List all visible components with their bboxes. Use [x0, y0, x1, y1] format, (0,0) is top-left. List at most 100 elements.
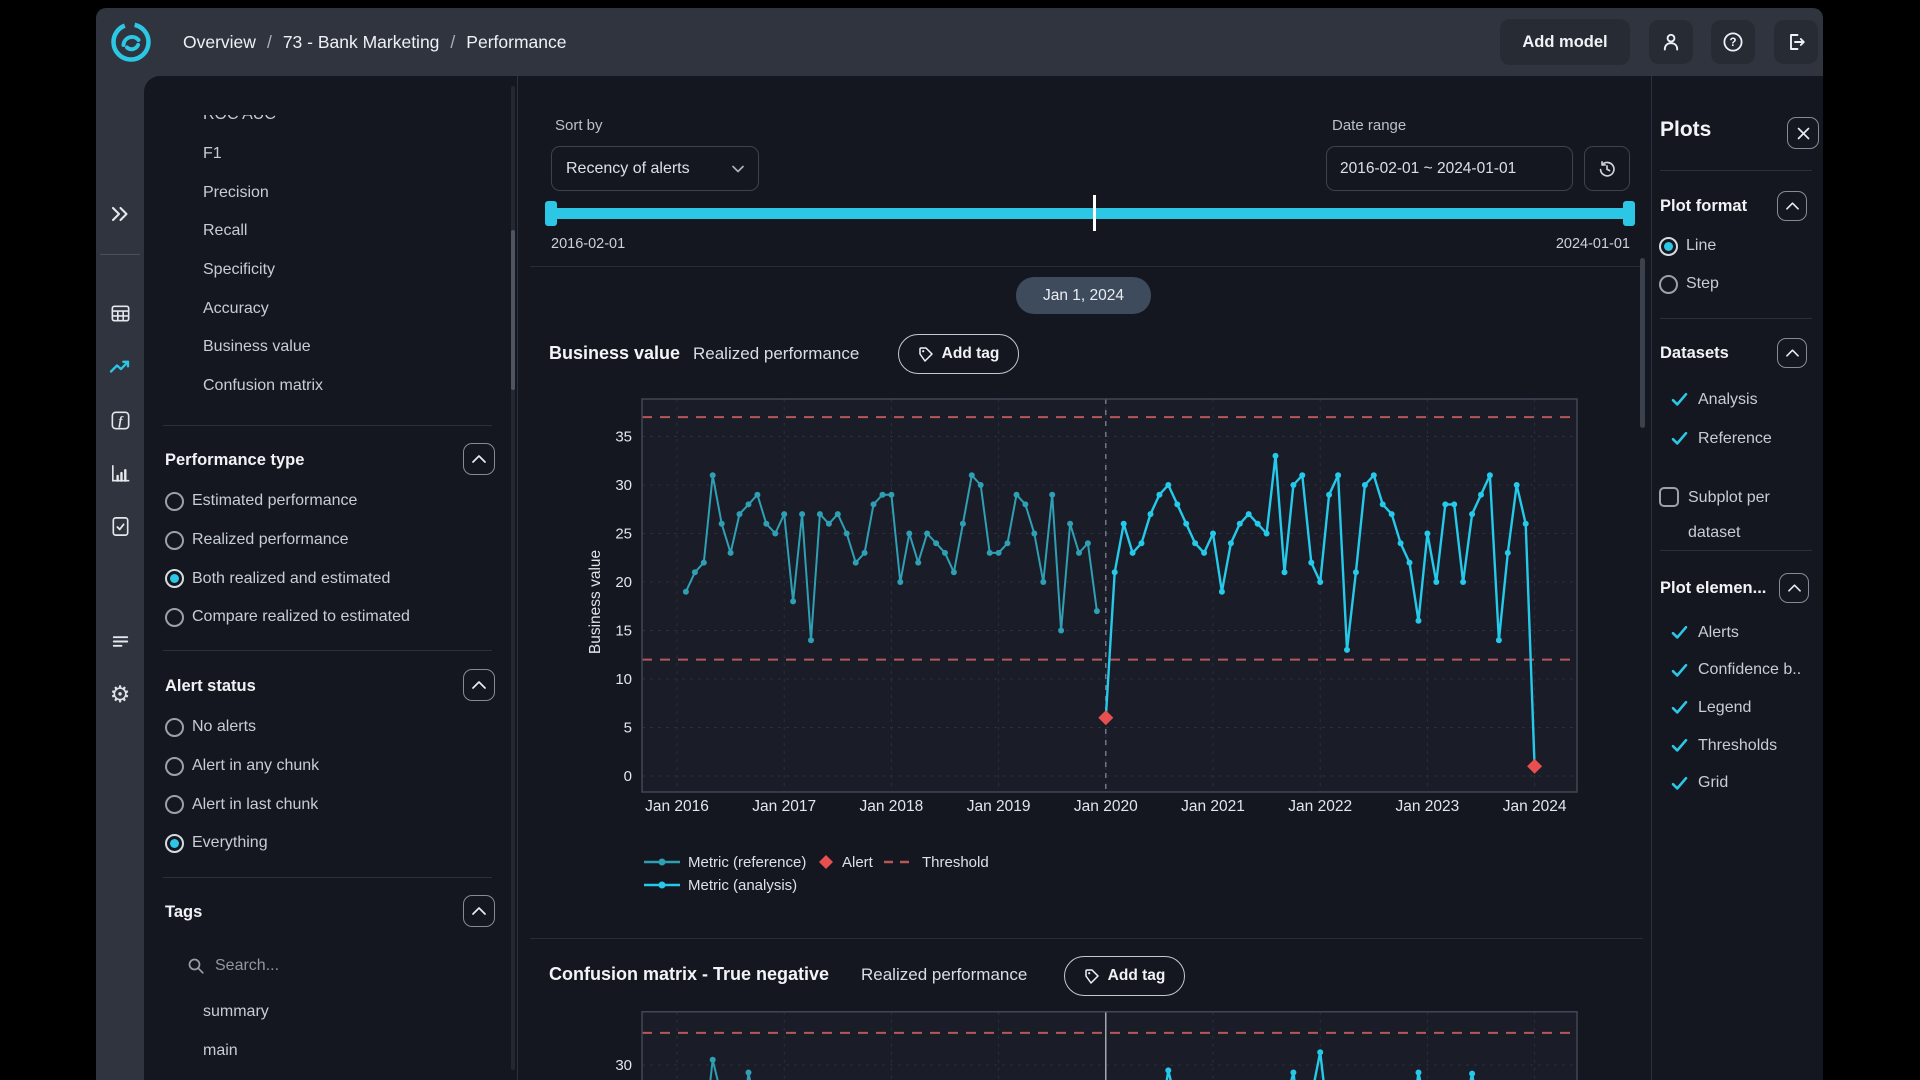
plot-format-collapse-button[interactable] [1777, 191, 1807, 221]
expand-sidebar-button[interactable] [96, 194, 144, 234]
add-model-button[interactable]: Add model [1500, 19, 1630, 65]
svg-text:Jan 2021: Jan 2021 [1181, 798, 1245, 815]
date-slider-handle-start[interactable] [545, 201, 557, 226]
performance-type-collapse-button[interactable] [463, 443, 495, 475]
chevron-up-icon [472, 455, 486, 463]
radio-label: Alert in last chunk [192, 796, 318, 814]
current-date-chip[interactable]: Jan 1, 2024 [1016, 277, 1151, 314]
function-icon: f [109, 409, 132, 432]
business-value-chart[interactable]: 05101520253035Jan 2016Jan 2017Jan 2018Ja… [575, 390, 1600, 815]
check-label: Reference [1698, 430, 1772, 448]
breadcrumb-item[interactable]: Performance [466, 32, 566, 53]
sidebar-metric-specificity[interactable]: Specificity [203, 251, 493, 290]
rail-item-functions[interactable]: f [96, 400, 144, 440]
nannyml-logo[interactable] [110, 21, 152, 63]
radio-option[interactable]: Step [1659, 265, 1719, 303]
sidebar-metric-roc-auc[interactable]: ROC AUC [203, 115, 493, 135]
radio-unselected [165, 718, 184, 737]
radio-unselected [1659, 275, 1678, 294]
svg-text:10: 10 [615, 671, 632, 688]
logout-button[interactable] [1774, 20, 1818, 64]
radio-option[interactable]: Alert in any chunk [165, 747, 319, 786]
legend-item-reference[interactable]: Metric (reference) [644, 854, 806, 870]
alert-status-collapse-button[interactable] [463, 669, 495, 701]
plot-format-header: Plot format [1660, 189, 1747, 223]
date-range-input[interactable]: 2016-02-01 ~ 2024-01-01 [1326, 146, 1573, 191]
breadcrumb-item[interactable]: 73 - Bank Marketing [283, 32, 440, 53]
help-button[interactable]: ? [1711, 20, 1755, 64]
confusion-matrix-chart[interactable]: 30 [575, 1011, 1600, 1080]
checkmark-icon [1671, 431, 1688, 446]
main-scrollbar-thumb[interactable] [1640, 258, 1645, 428]
sort-by-dropdown[interactable]: Recency of alerts [551, 146, 759, 191]
radio-label: Alert in any chunk [192, 757, 319, 775]
sidebar-metric-accuracy[interactable]: Accuracy [203, 289, 493, 328]
radio-option[interactable]: No alerts [165, 708, 319, 747]
checked-item[interactable]: Reference [1660, 419, 1772, 458]
legend-item-alert[interactable]: Alert [818, 854, 873, 870]
icon-rail: f ⚙ [96, 76, 144, 1080]
legend-label: Alert [842, 854, 873, 871]
sidebar-metric-confusion-matrix[interactable]: Confusion matrix [203, 367, 493, 406]
close-plots-panel-button[interactable] [1787, 117, 1819, 149]
user-button[interactable] [1649, 20, 1693, 64]
date-slider-marker[interactable] [1093, 195, 1096, 231]
radio-dot [1664, 242, 1673, 251]
tags-collapse-button[interactable] [463, 895, 495, 927]
checked-item[interactable]: Grid [1660, 764, 1801, 802]
tag-search-input[interactable] [213, 956, 417, 976]
sidebar-metric-f1[interactable]: F1 [203, 135, 493, 174]
chevron-up-icon [1786, 349, 1799, 357]
radio-option[interactable]: Realized performance [165, 521, 410, 560]
svg-text:f: f [118, 413, 124, 427]
svg-text:?: ? [1729, 37, 1736, 49]
checked-item[interactable]: Alerts [1660, 614, 1801, 652]
sidebar-scrollbar-thumb[interactable] [511, 230, 515, 390]
plot-elements-collapse-button[interactable] [1779, 573, 1809, 603]
tag-item-summary[interactable]: summary [203, 992, 269, 1031]
date-slider-handle-end[interactable] [1623, 201, 1635, 226]
svg-text:15: 15 [615, 623, 632, 640]
date-slider-track[interactable] [551, 208, 1630, 219]
rail-item-data[interactable] [96, 293, 144, 333]
rail-item-logs[interactable] [96, 621, 144, 661]
checked-item[interactable]: Legend [1660, 689, 1801, 727]
app-window: Overview/73 - Bank Marketing/Performance… [96, 8, 1823, 1080]
section-divider [530, 938, 1643, 939]
rail-item-monitoring-active[interactable] [96, 347, 144, 387]
radio-option[interactable]: Compare realized to estimated [165, 598, 410, 637]
subplot-per-dataset-label[interactable]: Subplot per dataset [1688, 480, 1808, 550]
sidebar-metric-business-value[interactable]: Business value [203, 328, 493, 367]
checked-item[interactable]: Thresholds [1660, 727, 1801, 765]
datasets-collapse-button[interactable] [1777, 338, 1807, 368]
radio-label: Step [1686, 275, 1719, 293]
sidebar-metric-precision[interactable]: Precision [203, 173, 493, 212]
tag-icon [1084, 968, 1100, 984]
slider-start-label: 2016-02-01 [551, 236, 625, 252]
radio-option[interactable]: Both realized and estimated [165, 559, 410, 598]
rail-item-charts[interactable] [96, 453, 144, 493]
checked-item[interactable]: Analysis [1660, 380, 1772, 419]
sidebar-metric-recall[interactable]: Recall [203, 212, 493, 251]
radio-option[interactable]: Everything [165, 824, 319, 863]
radio-option[interactable]: Alert in last chunk [165, 785, 319, 824]
checked-item[interactable]: Confidence b.. [1660, 652, 1801, 690]
legend-item-analysis[interactable]: Metric (analysis) [644, 877, 797, 893]
subplot-per-dataset-checkbox[interactable] [1659, 487, 1679, 507]
tag-search-row [187, 951, 417, 981]
tag-item-main[interactable]: main [203, 1031, 269, 1070]
add-tag-button[interactable]: Add tag [1064, 956, 1185, 996]
radio-selected [165, 834, 184, 853]
radio-option[interactable]: Line [1659, 227, 1719, 265]
rail-item-reports[interactable] [96, 506, 144, 546]
alert-status-header: Alert status [165, 669, 256, 703]
legend-item-threshold[interactable]: Threshold [884, 854, 989, 870]
checkmark-icon [1671, 392, 1688, 407]
svg-text:Jan 2020: Jan 2020 [1074, 798, 1138, 815]
reset-date-range-button[interactable] [1584, 146, 1630, 191]
sidebar-divider [163, 650, 492, 651]
radio-option[interactable]: Estimated performance [165, 482, 410, 521]
rail-item-settings[interactable]: ⚙ [96, 674, 144, 714]
add-tag-button[interactable]: Add tag [898, 334, 1019, 374]
breadcrumb-item[interactable]: Overview [183, 32, 256, 53]
